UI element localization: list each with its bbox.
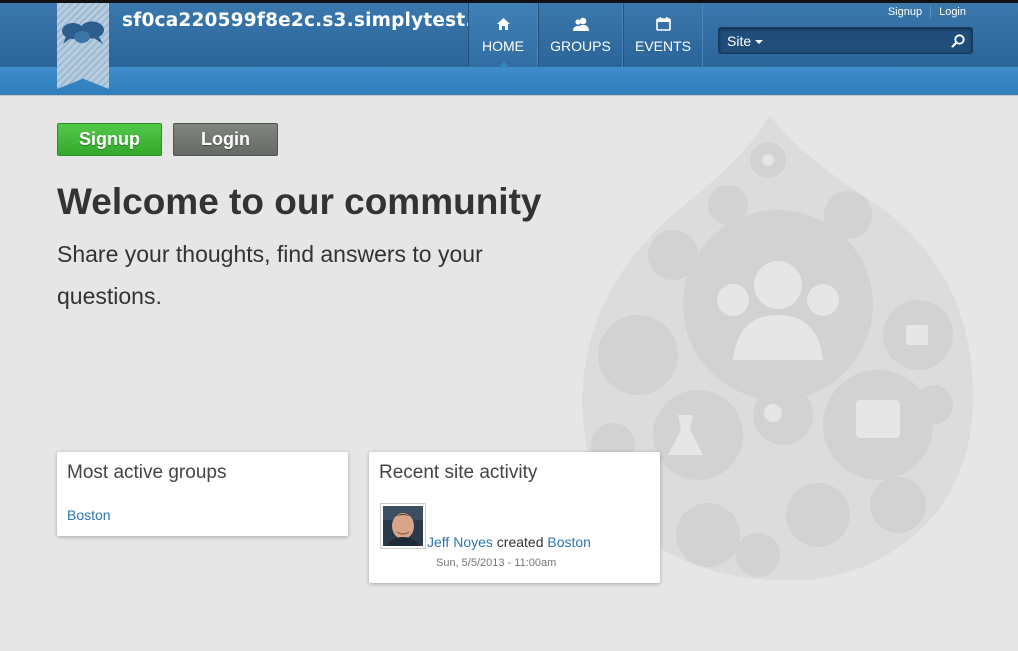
activity-panel-title: Recent site activity	[379, 462, 538, 483]
nav-events-label: EVENTS	[634, 38, 691, 54]
calendar-icon	[655, 16, 671, 32]
user-menu: Signup Login	[880, 6, 974, 18]
page-subtitle: Share your thoughts, find answers to you…	[57, 241, 483, 309]
header-login-link[interactable]: Login	[930, 6, 974, 18]
activity-timestamp: Sun, 5/5/2013 - 11:00am	[436, 557, 557, 569]
nav-home-label: HOME	[482, 38, 524, 54]
chat-bubbles-icon	[62, 21, 104, 44]
main-navigation: HOME GROUPS EVENTS	[468, 3, 703, 68]
header-signup-link[interactable]: Signup	[880, 6, 930, 18]
home-icon	[496, 16, 511, 32]
activity-action: created	[496, 534, 544, 550]
search-form: Site	[718, 27, 973, 54]
nav-home[interactable]: HOME	[468, 3, 538, 68]
active-indicator	[498, 62, 510, 68]
activity-actor-link[interactable]: Jeff Noyes	[427, 534, 493, 550]
search-scope-label: Site	[727, 33, 752, 49]
caret-down-icon	[755, 40, 764, 44]
search-input[interactable]	[779, 31, 948, 52]
users-icon	[572, 16, 590, 32]
group-link-boston[interactable]: Boston	[67, 507, 111, 523]
user-avatar-image	[383, 506, 423, 546]
activity-entry: Jeff Noyes created Boston	[427, 534, 591, 550]
secondary-bar	[0, 67, 1018, 96]
search-icon[interactable]	[950, 33, 966, 49]
site-name-link[interactable]: sf0ca220599f8e2c.s3.simplytest.me	[122, 10, 505, 31]
nav-groups[interactable]: GROUPS	[538, 3, 623, 67]
most-active-groups-panel: Most active groups Boston	[57, 452, 348, 536]
groups-panel-title: Most active groups	[67, 462, 227, 483]
login-button[interactable]: Login	[173, 123, 278, 156]
recent-activity-panel: Recent site activity Jeff Noyes created …	[369, 452, 660, 583]
signup-button[interactable]: Signup	[57, 123, 162, 156]
site-logo[interactable]	[57, 3, 109, 89]
page-title: Welcome to our community	[57, 181, 542, 222]
nav-events[interactable]: EVENTS	[623, 3, 703, 67]
activity-target-link[interactable]: Boston	[547, 534, 591, 550]
nav-groups-label: GROUPS	[550, 38, 611, 54]
search-scope-dropdown[interactable]: Site	[727, 33, 764, 49]
avatar[interactable]	[380, 503, 426, 549]
